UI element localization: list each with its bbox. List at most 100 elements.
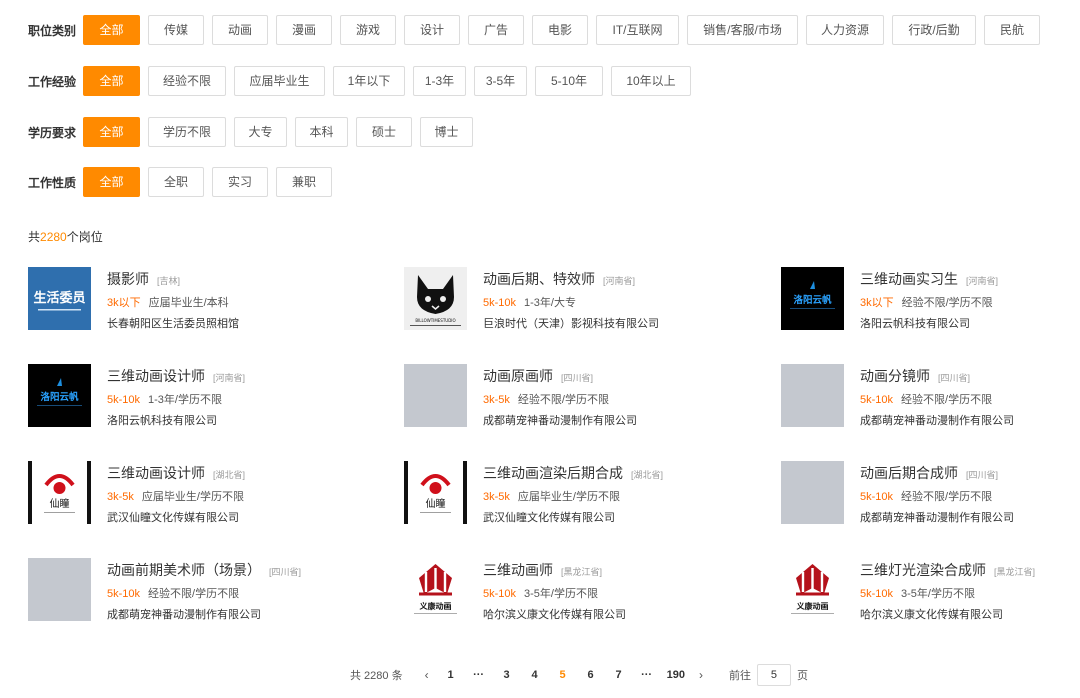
filter-option-experience[interactable]: 经验不限 xyxy=(148,66,226,96)
job-title[interactable]: 动画分镜师 xyxy=(860,368,930,384)
filter-option-experience[interactable]: 全部 xyxy=(83,66,140,96)
job-card[interactable]: 洛阳云帆 三维动画设计师 [河南省] 5k-10k 1-3年/学历不限 洛阳云帆科技有限公… xyxy=(28,364,328,428)
filter-option-category[interactable]: 广告 xyxy=(468,15,524,45)
page-number[interactable]: 5 xyxy=(555,669,571,681)
filter-option-category[interactable]: 全部 xyxy=(83,15,140,45)
job-company[interactable]: 武汉仙瞳文化传媒有限公司 xyxy=(107,509,239,525)
job-title[interactable]: 动画原画师 xyxy=(483,368,553,384)
filter-option-education[interactable]: 本科 xyxy=(295,117,348,147)
filter-option-category[interactable]: 设计 xyxy=(404,15,460,45)
filter-option-category[interactable]: IT/互联网 xyxy=(596,15,679,45)
job-company[interactable]: 武汉仙瞳文化传媒有限公司 xyxy=(483,509,615,525)
job-card[interactable]: 动画前期美术师（场景） [四川省] 5k-10k 经验不限/学历不限 成都萌宠神番动漫制… xyxy=(28,558,328,622)
company-logo[interactable]: BILLOWTIMESTUDIO xyxy=(404,267,467,330)
job-card[interactable]: 生活委员 摄影师 [吉林] 3k以下 应届毕业生/本科 长春朝阳区生活委员照相馆 xyxy=(28,267,328,331)
job-company[interactable]: 哈尔滨义康文化传媒有限公司 xyxy=(483,606,626,622)
job-card[interactable]: 义康动画 三维动画师 [黑龙江省] 5k-10k 3-5年/学历不限 哈尔滨义康文化传媒有… xyxy=(404,558,704,622)
filter-option-nature[interactable]: 兼职 xyxy=(276,167,332,197)
filter-option-education[interactable]: 博士 xyxy=(420,117,473,147)
page-ellipsis[interactable]: ··· xyxy=(639,669,655,681)
job-company[interactable]: 巨浪时代（天津）影视科技有限公司 xyxy=(483,315,659,331)
job-company[interactable]: 成都萌宠神番动漫制作有限公司 xyxy=(860,509,1014,525)
page-number[interactable]: 3 xyxy=(499,669,515,681)
job-company[interactable]: 成都萌宠神番动漫制作有限公司 xyxy=(483,412,637,428)
company-logo[interactable]: 义康动画 xyxy=(781,558,844,621)
filter-option-category[interactable]: 传媒 xyxy=(148,15,204,45)
filter-option-education[interactable]: 全部 xyxy=(83,117,140,147)
job-card[interactable]: 动画分镜师 [四川省] 5k-10k 经验不限/学历不限 成都萌宠神番动漫制作有限公司 xyxy=(781,364,1080,428)
logo-placeholder[interactable] xyxy=(781,364,844,427)
filter-option-category[interactable]: 民航 xyxy=(984,15,1040,45)
job-requirement: 应届毕业生/学历不限 xyxy=(141,491,244,503)
job-title[interactable]: 三维动画实习生 xyxy=(860,271,958,287)
filter-option-education[interactable]: 硕士 xyxy=(356,117,412,147)
company-logo[interactable]: 生活委员 xyxy=(28,267,91,330)
filter-option-experience[interactable]: 1-3年 xyxy=(413,66,466,96)
logo-placeholder[interactable] xyxy=(28,558,91,621)
page-number[interactable]: 4 xyxy=(527,669,543,681)
page-ellipsis[interactable]: ··· xyxy=(471,669,487,681)
filter-option-education[interactable]: 大专 xyxy=(234,117,287,147)
job-card[interactable]: BILLOWTIMESTUDIO 动画后期、特效师 [河南省] 5k-10k 1-3年/… xyxy=(404,267,704,331)
filter-option-category[interactable]: 动画 xyxy=(212,15,268,45)
company-logo[interactable]: 义康动画 xyxy=(404,558,467,621)
company-logo[interactable]: 洛阳云帆 xyxy=(781,267,844,330)
job-company[interactable]: 长春朝阳区生活委员照相馆 xyxy=(107,315,239,331)
page-number[interactable]: 1 xyxy=(443,669,459,681)
logo-placeholder[interactable] xyxy=(404,364,467,427)
page-number[interactable]: 7 xyxy=(611,669,627,681)
job-requirement: 经验不限/学历不限 xyxy=(901,297,993,309)
filter-option-category[interactable]: 电影 xyxy=(532,15,588,45)
job-location: [湖北省] xyxy=(631,470,664,480)
job-card[interactable]: 洛阳云帆 三维动画实习生 [河南省] 3k以下 经验不限/学历不限 洛阳云帆科技有限公司 xyxy=(781,267,1080,331)
job-title[interactable]: 三维动画渲染后期合成 xyxy=(483,465,623,481)
job-title[interactable]: 摄影师 xyxy=(107,271,149,287)
page-number[interactable]: 6 xyxy=(583,669,599,681)
prev-page-icon[interactable]: ‹ xyxy=(425,668,429,682)
job-title[interactable]: 三维动画设计师 xyxy=(107,465,205,481)
job-title-line: 三维动画实习生 [河南省] xyxy=(860,269,998,289)
filter-option-nature[interactable]: 实习 xyxy=(212,167,268,197)
job-card[interactable]: 动画原画师 [四川省] 3k-5k 经验不限/学历不限 成都萌宠神番动漫制作有限公司 xyxy=(404,364,704,428)
logo-placeholder[interactable] xyxy=(781,461,844,524)
goto-page-input[interactable] xyxy=(756,664,791,686)
job-company[interactable]: 洛阳云帆科技有限公司 xyxy=(860,315,970,331)
job-meta: 5k-10k 3-5年/学历不限 xyxy=(483,585,598,601)
filter-option-category[interactable]: 漫画 xyxy=(276,15,332,45)
company-logo[interactable]: 洛阳云帆 xyxy=(28,364,91,427)
filter-option-category[interactable]: 销售/客服/市场 xyxy=(687,15,798,45)
job-title[interactable]: 动画前期美术师（场景） xyxy=(107,562,261,578)
job-company[interactable]: 洛阳云帆科技有限公司 xyxy=(107,412,217,428)
job-company[interactable]: 成都萌宠神番动漫制作有限公司 xyxy=(107,606,261,622)
job-card[interactable]: 仙瞳 三维动画设计师 [湖北省] 3k-5k 应届毕业生/学历不限 武汉仙瞳文化传媒有限公… xyxy=(28,461,328,525)
job-meta: 5k-10k 经验不限/学历不限 xyxy=(860,391,992,407)
job-card[interactable]: 仙瞳 三维动画渲染后期合成 [湖北省] 3k-5k 应届毕业生/学历不限 武汉仙瞳文化传媒… xyxy=(404,461,704,525)
job-title[interactable]: 动画后期合成师 xyxy=(860,465,958,481)
filter-option-experience[interactable]: 1年以下 xyxy=(333,66,405,96)
filter-option-experience[interactable]: 3-5年 xyxy=(474,66,527,96)
job-card[interactable]: 动画后期合成师 [四川省] 5k-10k 经验不限/学历不限 成都萌宠神番动漫制作有限公… xyxy=(781,461,1080,525)
filter-option-experience[interactable]: 应届毕业生 xyxy=(234,66,325,96)
filter-option-category[interactable]: 游戏 xyxy=(340,15,396,45)
company-logo[interactable]: 仙瞳 xyxy=(404,461,467,524)
filter-option-education[interactable]: 学历不限 xyxy=(148,117,226,147)
filter-option-category[interactable]: 人力资源 xyxy=(806,15,884,45)
filter-option-category[interactable]: 行政/后勤 xyxy=(892,15,976,45)
job-location: [四川省] xyxy=(561,373,594,383)
filter-option-nature[interactable]: 全职 xyxy=(148,167,204,197)
job-title[interactable]: 动画后期、特效师 xyxy=(483,271,595,287)
job-title[interactable]: 三维灯光渲染合成师 xyxy=(860,562,986,578)
job-company[interactable]: 成都萌宠神番动漫制作有限公司 xyxy=(860,412,1014,428)
job-title[interactable]: 三维动画设计师 xyxy=(107,368,205,384)
company-logo[interactable]: 仙瞳 xyxy=(28,461,91,524)
filter-option-experience[interactable]: 5-10年 xyxy=(535,66,603,96)
filter-option-nature[interactable]: 全部 xyxy=(83,167,140,197)
filter-row-nature: 工作性质 全部 全职 实习 兼职 xyxy=(28,167,340,197)
job-company[interactable]: 哈尔滨义康文化传媒有限公司 xyxy=(860,606,1003,622)
next-page-icon[interactable]: › xyxy=(699,668,703,682)
job-card[interactable]: 义康动画 三维灯光渲染合成师 [黑龙江省] 5k-10k 3-5年/学历不限 哈尔滨义康文… xyxy=(781,558,1080,622)
filter-option-experience[interactable]: 10年以上 xyxy=(611,66,691,96)
job-title[interactable]: 三维动画师 xyxy=(483,562,553,578)
page-number[interactable]: 190 xyxy=(667,669,685,681)
job-location: [河南省] xyxy=(966,276,999,286)
